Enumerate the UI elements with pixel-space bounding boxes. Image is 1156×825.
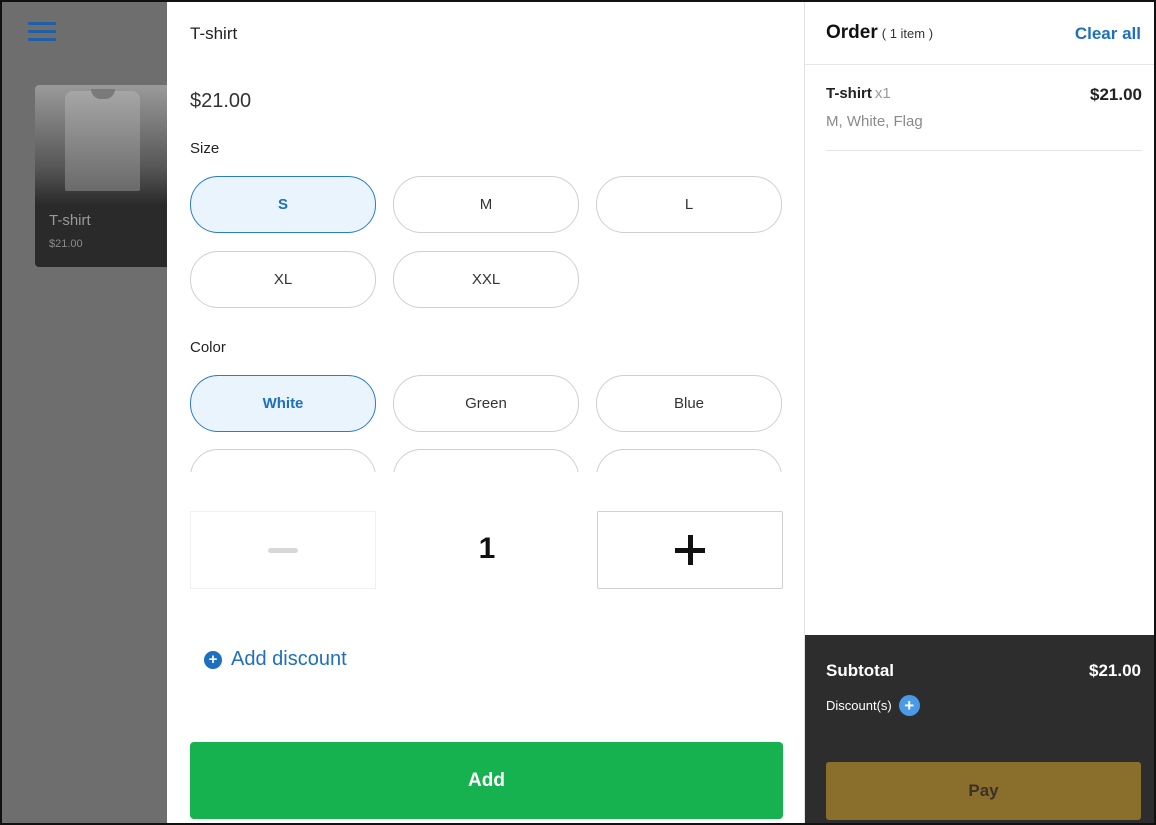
discounts-row[interactable]: Discount(s) + bbox=[826, 695, 920, 716]
order-item-count: ( 1 item ) bbox=[881, 26, 934, 41]
order-line-item[interactable]: T-shirt x1 $21.00 M, White, Flag bbox=[826, 65, 1142, 151]
color-option-green[interactable]: Green bbox=[393, 375, 579, 432]
tshirt-image bbox=[35, 85, 170, 205]
plus-icon bbox=[675, 535, 705, 565]
color-option-blue[interactable]: Blue bbox=[596, 375, 782, 432]
order-title: Order( 1 item ) bbox=[826, 22, 934, 43]
item-config-panel: T-shirt $21.00 Size S M L XL XXL Color W… bbox=[167, 2, 804, 823]
size-label: Size bbox=[190, 140, 220, 157]
order-summary: Subtotal $21.00 Discount(s) + Pay bbox=[805, 635, 1154, 823]
size-option-xl[interactable]: XL bbox=[190, 251, 376, 308]
color-option-clipped[interactable] bbox=[596, 449, 782, 472]
app-frame: T-shirt $21.00 T-shirt $21.00 Size S M L… bbox=[0, 0, 1156, 825]
size-option-l[interactable]: L bbox=[596, 176, 782, 233]
minus-icon bbox=[268, 547, 298, 553]
size-option-m[interactable]: M bbox=[393, 176, 579, 233]
quantity-decrement-button[interactable] bbox=[190, 511, 376, 589]
line-item-price: $21.00 bbox=[1090, 85, 1142, 104]
hamburger-menu-icon[interactable] bbox=[28, 22, 56, 44]
order-header: Order( 1 item ) Clear all bbox=[805, 2, 1154, 65]
product-card[interactable]: T-shirt $21.00 bbox=[35, 85, 170, 267]
quantity-increment-button[interactable] bbox=[597, 511, 783, 589]
color-option-white[interactable]: White bbox=[190, 375, 376, 432]
subtotal-value: $21.00 bbox=[1089, 661, 1141, 680]
item-title: T-shirt bbox=[190, 24, 238, 43]
line-item-modifiers: M, White, Flag bbox=[826, 113, 923, 130]
discounts-label: Discount(s) bbox=[826, 698, 892, 713]
product-card-price: $21.00 bbox=[49, 238, 83, 250]
color-option-clipped[interactable] bbox=[393, 449, 579, 472]
product-card-title: T-shirt bbox=[49, 212, 91, 229]
quantity-value: 1 bbox=[478, 532, 496, 565]
line-item-qty: x1 bbox=[874, 85, 891, 102]
color-label: Color bbox=[190, 339, 226, 356]
order-panel: Order( 1 item ) Clear all T-shirt x1 $21.… bbox=[804, 2, 1154, 823]
add-discount-link[interactable]: + Add discount bbox=[204, 648, 347, 671]
background-catalog: T-shirt $21.00 bbox=[2, 2, 170, 823]
color-options-overflow[interactable] bbox=[190, 447, 785, 472]
size-option-xxl[interactable]: XXL bbox=[393, 251, 579, 308]
item-price: $21.00 bbox=[190, 90, 252, 112]
subtotal-label: Subtotal bbox=[826, 661, 894, 680]
line-item-name: T-shirt x1 bbox=[826, 85, 891, 102]
clear-all-button[interactable]: Clear all bbox=[1075, 24, 1141, 44]
size-option-s[interactable]: S bbox=[190, 176, 376, 233]
color-option-clipped[interactable] bbox=[190, 449, 376, 472]
pay-button[interactable]: Pay bbox=[826, 762, 1141, 820]
add-discount-icon[interactable]: + bbox=[898, 695, 920, 716]
add-discount-label: Add discount bbox=[231, 648, 347, 670]
add-button[interactable]: Add bbox=[190, 742, 783, 819]
add-circle-icon: + bbox=[204, 650, 222, 669]
